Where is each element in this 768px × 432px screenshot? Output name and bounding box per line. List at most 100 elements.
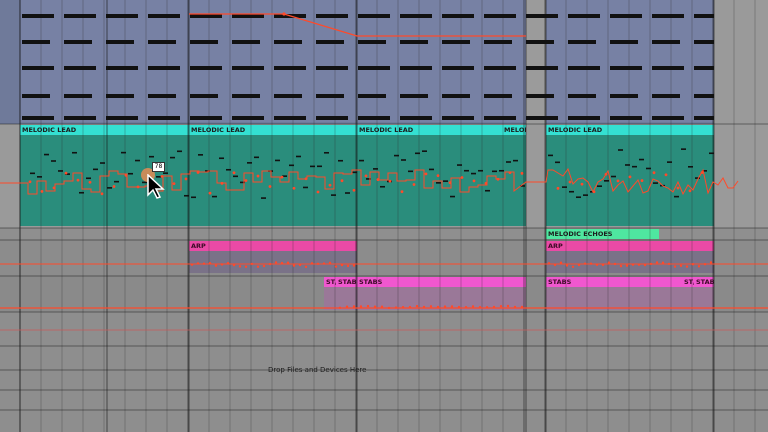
arp-note-point bbox=[256, 265, 260, 268]
drum-hit bbox=[568, 116, 600, 120]
arp-note-point bbox=[226, 261, 230, 265]
arp-note-point bbox=[334, 265, 338, 268]
arp-note-point bbox=[709, 261, 713, 264]
automation-point bbox=[484, 181, 488, 185]
drum-hit bbox=[442, 116, 474, 120]
drum-hit bbox=[400, 40, 428, 44]
arp-note-point bbox=[583, 262, 587, 265]
automation-point bbox=[76, 178, 80, 182]
drum-hit bbox=[484, 40, 512, 44]
drum-hit bbox=[400, 116, 432, 120]
midi-note bbox=[646, 167, 651, 170]
automation-point bbox=[184, 177, 188, 181]
drum-hit bbox=[316, 116, 348, 120]
drum-hit bbox=[64, 66, 96, 70]
automation-point bbox=[640, 179, 644, 182]
drum-hit bbox=[106, 40, 134, 44]
drum-hit bbox=[358, 116, 390, 120]
arp-note-point bbox=[643, 263, 647, 267]
stabs-note-point bbox=[338, 306, 342, 309]
arp-note-point bbox=[577, 263, 581, 267]
automation-point bbox=[244, 179, 248, 182]
midi-note bbox=[639, 158, 644, 161]
stabs-note-point bbox=[352, 305, 356, 308]
midi-note bbox=[121, 151, 126, 154]
midi-note bbox=[492, 170, 497, 173]
drum-hit bbox=[442, 40, 470, 44]
drum-hit bbox=[610, 66, 642, 70]
drum-hit bbox=[22, 40, 50, 44]
midi-note bbox=[443, 180, 448, 182]
arp-note-point bbox=[631, 263, 635, 266]
stabs-note-point bbox=[408, 305, 412, 309]
automation-point bbox=[340, 179, 344, 183]
drum-hit bbox=[232, 116, 264, 120]
midi-note bbox=[170, 156, 175, 159]
automation-point bbox=[652, 171, 656, 175]
arp-note-point bbox=[649, 262, 653, 266]
drum-hit bbox=[148, 94, 176, 98]
midi-note bbox=[198, 154, 203, 156]
arp-note-point bbox=[553, 263, 557, 267]
arp-note-point bbox=[196, 262, 200, 265]
stabs-note-point bbox=[401, 306, 405, 309]
midi-note bbox=[436, 182, 441, 184]
automation-point bbox=[316, 190, 320, 194]
automation-point bbox=[40, 190, 44, 193]
automation-point bbox=[496, 177, 500, 181]
arp-note-point bbox=[304, 265, 308, 269]
automation-point bbox=[376, 178, 380, 181]
arp-note-point bbox=[565, 264, 569, 267]
midi-note bbox=[149, 155, 154, 158]
drum-hit bbox=[652, 66, 684, 70]
drum-hit bbox=[64, 94, 92, 98]
drum-hit bbox=[526, 14, 558, 18]
midi-note bbox=[191, 196, 196, 199]
midi-note bbox=[653, 182, 658, 184]
stabs-note-point bbox=[492, 305, 496, 309]
drum-hit bbox=[526, 94, 554, 98]
midi-note bbox=[709, 152, 714, 155]
stabs-note-point bbox=[387, 306, 391, 310]
midi-note bbox=[184, 194, 189, 197]
automation-point bbox=[28, 180, 32, 184]
midi-note bbox=[226, 168, 231, 171]
automation-point bbox=[282, 12, 286, 16]
arp-note-point bbox=[559, 261, 563, 264]
drum-hit bbox=[106, 14, 138, 18]
automation-point bbox=[616, 179, 620, 183]
midi-note bbox=[128, 172, 133, 175]
drum-hit bbox=[358, 66, 390, 70]
arp-note-point bbox=[619, 264, 623, 268]
midi-note bbox=[408, 170, 413, 173]
arp-note-point bbox=[190, 263, 194, 266]
drum-hit bbox=[526, 66, 558, 70]
midi-note bbox=[303, 186, 308, 189]
automation-point bbox=[172, 182, 176, 186]
arp-note-point bbox=[625, 264, 629, 267]
stabs-note-point bbox=[394, 306, 398, 309]
drum-hit bbox=[316, 66, 348, 70]
arp-note-point bbox=[547, 262, 551, 265]
stabs-note-point bbox=[345, 305, 349, 308]
drum-hit bbox=[148, 40, 176, 44]
midi-note bbox=[583, 194, 588, 196]
automation-point bbox=[520, 171, 524, 175]
stabs-note-point bbox=[373, 305, 377, 308]
drum-hit bbox=[652, 40, 680, 44]
midi-note bbox=[275, 159, 280, 162]
automation-point bbox=[448, 181, 452, 185]
lead-automation-line bbox=[0, 167, 739, 196]
midi-note bbox=[548, 154, 553, 157]
midi-note bbox=[58, 170, 63, 172]
automation-point bbox=[292, 186, 296, 190]
drum-hit bbox=[610, 116, 642, 120]
arp-note-point bbox=[613, 262, 617, 266]
midi-note bbox=[261, 197, 266, 199]
stabs-note-point bbox=[450, 305, 454, 308]
drum-hit bbox=[568, 66, 600, 70]
arrangement-view[interactable]: MELODIC LEAD MELODIC LEAD MELODIC LEAD M… bbox=[0, 0, 768, 432]
midi-note bbox=[674, 195, 679, 198]
arp-note-point bbox=[340, 263, 344, 267]
automation-point bbox=[424, 172, 428, 176]
